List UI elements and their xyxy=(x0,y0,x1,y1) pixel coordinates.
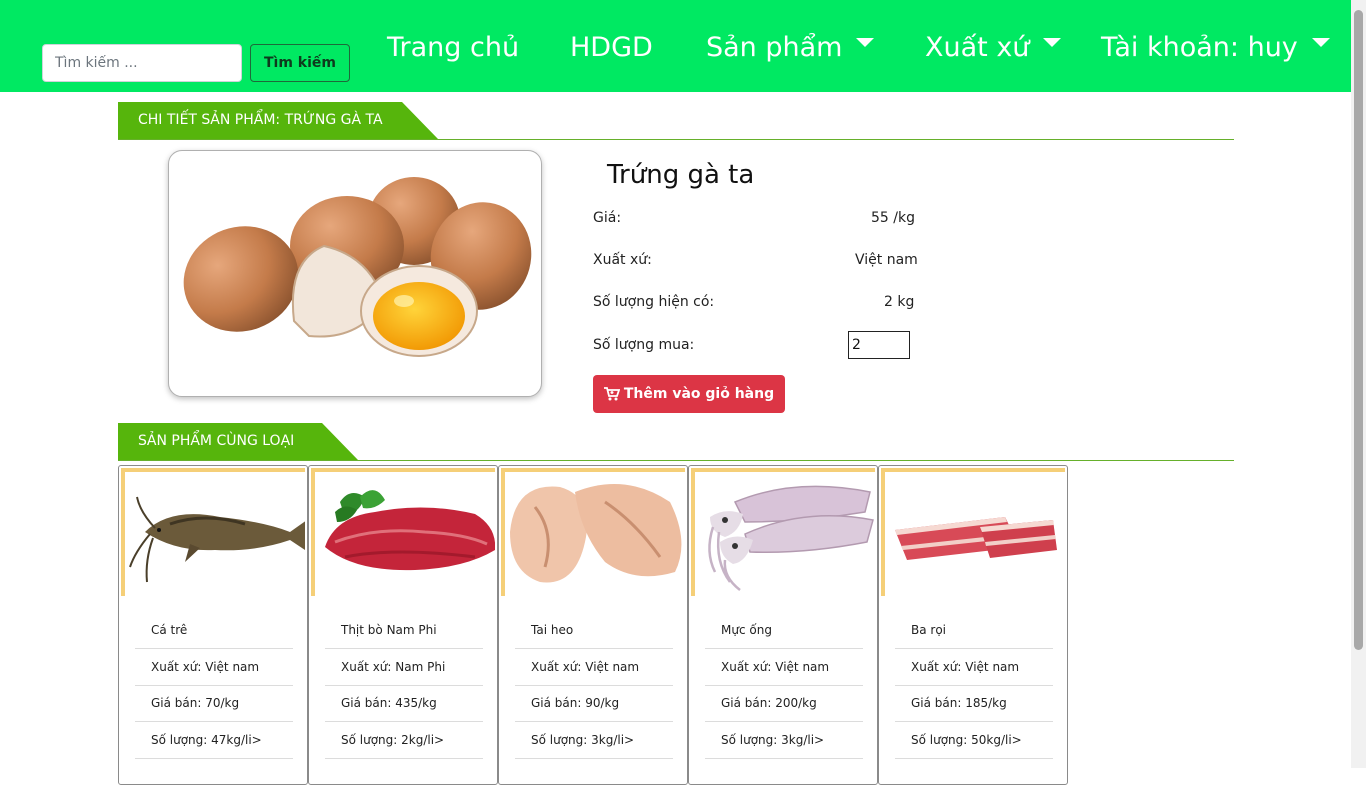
card-product-quantity: Số lượng: 3kg/li> xyxy=(705,722,863,759)
pork-belly-image xyxy=(895,517,1057,560)
related-section-header: SẢN PHẨM CÙNG LOẠI xyxy=(118,423,1234,461)
nav-products-label: Sản phẩm xyxy=(706,32,843,63)
card-product-origin: Xuất xứ: Việt nam xyxy=(515,649,673,686)
nav-origin-dropdown[interactable]: Xuất xứ xyxy=(925,26,1062,70)
caret-down-icon xyxy=(856,38,875,47)
card-product-quantity: Số lượng: 50kg/li> xyxy=(895,722,1053,759)
beef-image xyxy=(325,490,495,571)
card-product-price: Giá bán: 435/kg xyxy=(325,685,483,722)
related-product-card[interactable]: Thịt bò Nam Phi Xuất xứ: Nam Phi Giá bán… xyxy=(308,465,498,785)
scrollbar-thumb[interactable] xyxy=(1354,10,1363,650)
card-product-quantity: Số lượng: 47kg/li> xyxy=(135,722,293,759)
card-image[interactable] xyxy=(501,468,685,596)
origin-label: Xuất xứ: xyxy=(593,252,652,268)
caret-down-icon xyxy=(1043,38,1062,47)
search-button[interactable]: Tìm kiếm xyxy=(250,44,350,82)
stock-value: 2 kg xyxy=(884,294,915,310)
card-product-price: Giá bán: 70/kg xyxy=(135,685,293,722)
nav-home-label: Trang chủ xyxy=(387,32,520,63)
card-product-origin: Xuất xứ: Việt nam xyxy=(705,649,863,686)
card-image[interactable] xyxy=(121,468,305,596)
nav-origin-label: Xuất xứ xyxy=(925,32,1030,63)
related-product-card[interactable]: Mực ống Xuất xứ: Việt nam Giá bán: 200/k… xyxy=(688,465,878,785)
product-main-image xyxy=(168,150,542,397)
quantity-input[interactable] xyxy=(848,331,910,359)
add-to-cart-button[interactable]: Thêm vào giỏ hàng xyxy=(593,375,785,413)
related-section-title: SẢN PHẨM CÙNG LOẠI xyxy=(118,423,358,460)
nav-home-link[interactable]: Trang chủ xyxy=(387,26,519,70)
nav-products-dropdown[interactable]: Sản phẩm xyxy=(706,26,875,70)
related-product-card[interactable]: Ba rọi Xuất xứ: Việt nam Giá bán: 185/kg… xyxy=(878,465,1068,785)
card-image[interactable] xyxy=(881,468,1065,596)
nav-account-dropdown[interactable]: Tài khoản: huy xyxy=(1101,26,1330,70)
card-product-price: Giá bán: 185/kg xyxy=(895,685,1053,722)
quantity-label: Số lượng mua: xyxy=(593,337,695,353)
price-value: 55 /kg xyxy=(871,210,915,226)
page-scrollbar[interactable] xyxy=(1351,0,1366,768)
related-product-card[interactable]: Cá trê Xuất xứ: Việt nam Giá bán: 70/kg … xyxy=(118,465,308,785)
card-product-price: Giá bán: 90/kg xyxy=(515,685,673,722)
card-product-name[interactable]: Thịt bò Nam Phi xyxy=(325,612,483,649)
caret-down-icon xyxy=(1311,38,1330,47)
card-product-name[interactable]: Ba rọi xyxy=(895,612,1053,649)
top-navbar: Tìm kiếm Trang chủ HDGD Sản phẩm Xuất xứ… xyxy=(0,0,1351,92)
stock-label: Số lượng hiện có: xyxy=(593,294,715,310)
search-input[interactable] xyxy=(42,44,242,82)
eggs-image xyxy=(183,177,532,357)
card-product-name[interactable]: Cá trê xyxy=(135,612,293,649)
card-product-quantity: Số lượng: 2kg/li> xyxy=(325,722,483,759)
card-product-origin: Xuất xứ: Nam Phi xyxy=(325,649,483,686)
nav-account-label: Tài khoản: huy xyxy=(1101,32,1298,63)
card-product-quantity: Số lượng: 3kg/li> xyxy=(515,722,673,759)
price-label: Giá: xyxy=(593,210,622,226)
add-to-cart-label: Thêm vào giỏ hàng xyxy=(623,386,775,402)
card-product-name[interactable]: Tai heo xyxy=(515,612,673,649)
nav-hdgd-link[interactable]: HDGD xyxy=(570,26,653,70)
card-product-name[interactable]: Mực ống xyxy=(705,612,863,649)
nav-hdgd-label: HDGD xyxy=(570,32,653,63)
card-image[interactable] xyxy=(311,468,495,596)
cart-icon xyxy=(603,387,620,401)
squid-image xyxy=(708,485,874,591)
detail-section-header: CHI TIẾT SẢN PHẨM: TRỨNG GÀ TA xyxy=(118,102,1234,140)
card-product-price: Giá bán: 200/kg xyxy=(705,685,863,722)
origin-value: Việt nam xyxy=(855,252,918,268)
pig-ear-image xyxy=(510,484,682,583)
card-product-origin: Xuất xứ: Việt nam xyxy=(135,649,293,686)
related-product-card[interactable]: Tai heo Xuất xứ: Việt nam Giá bán: 90/kg… xyxy=(498,465,688,785)
detail-section-title: CHI TIẾT SẢN PHẨM: TRỨNG GÀ TA xyxy=(118,102,438,139)
catfish-image xyxy=(129,496,305,583)
card-image[interactable] xyxy=(691,468,875,596)
product-title: Trứng gà ta xyxy=(607,160,755,190)
card-product-origin: Xuất xứ: Việt nam xyxy=(895,649,1053,686)
